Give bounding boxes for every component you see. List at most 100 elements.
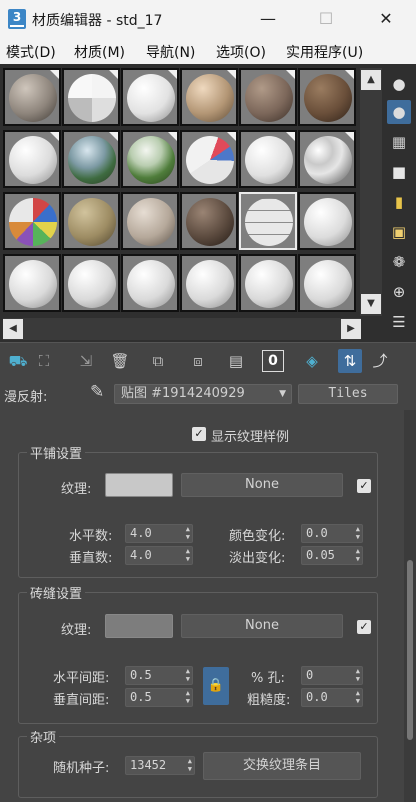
slot-corner-marker: [109, 70, 118, 79]
select-by-material-icon[interactable]: ⊕: [387, 280, 411, 304]
v-count-spinner[interactable]: 4.0 ▲ ▼: [125, 546, 193, 565]
go-to-parent-icon[interactable]: ⤴: [368, 349, 392, 373]
show-end-result-icon[interactable]: ⇅: [338, 349, 362, 373]
map-type-button[interactable]: Tiles: [298, 384, 398, 404]
color-variance-value: 0.0: [306, 526, 328, 540]
chevron-down-icon: ▼: [279, 389, 286, 399]
sample-slot[interactable]: [180, 68, 238, 126]
v-gap-spinner[interactable]: 0.5 ▲ ▼: [125, 688, 193, 707]
scroll-left-arrow-icon[interactable]: ◀: [3, 319, 23, 339]
sample-slot[interactable]: [62, 192, 120, 250]
menu-mode[interactable]: 模式(D): [6, 42, 56, 62]
menu-options[interactable]: 选项(O): [216, 42, 266, 62]
tiling-texture-checkbox[interactable]: ✓: [357, 479, 371, 493]
map-name-dropdown[interactable]: 贴图 #1914240929 ▼: [114, 384, 292, 404]
spinner-arrows-icon[interactable]: ▲ ▼: [186, 525, 190, 541]
assign-to-selection-icon[interactable]: ⇲: [74, 349, 98, 373]
sample-slot[interactable]: [121, 192, 179, 250]
spinner-arrows-icon[interactable]: ▲ ▼: [356, 667, 360, 683]
uv-tiling-icon[interactable]: ■: [387, 160, 411, 184]
slots-horizontal-scrollbar[interactable]: ◀ ▶: [3, 318, 361, 340]
sample-slot[interactable]: [121, 254, 179, 312]
maximize-button[interactable]: ☐: [298, 0, 354, 38]
grout-texture-button[interactable]: None: [181, 614, 343, 638]
sample-slot[interactable]: [62, 254, 120, 312]
background-checker-icon[interactable]: ▦: [387, 130, 411, 154]
sample-slot[interactable]: [3, 192, 61, 250]
sample-slot[interactable]: [180, 254, 238, 312]
sample-slot[interactable]: [239, 130, 297, 188]
sample-slot[interactable]: [180, 130, 238, 188]
spinner-arrows-icon[interactable]: ▲ ▼: [356, 689, 360, 705]
menu-navigation[interactable]: 导航(N): [146, 42, 195, 62]
show-texture-sample-checkbox[interactable]: ✓: [192, 427, 206, 441]
grout-texture-checkbox[interactable]: ✓: [357, 620, 371, 634]
material-navigator-icon[interactable]: ☰: [387, 310, 411, 334]
sample-slot[interactable]: [180, 192, 238, 250]
options-icon[interactable]: ❁: [387, 250, 411, 274]
backlight-icon[interactable]: ●: [387, 100, 411, 124]
make-preview-icon[interactable]: ▣: [387, 220, 411, 244]
tiling-texture-label: 纹理:: [61, 482, 92, 497]
sample-slot[interactable]: [3, 130, 61, 188]
put-to-library-icon[interactable]: ⧈: [186, 349, 210, 373]
video-color-check-icon[interactable]: ▮: [387, 190, 411, 214]
spinner-arrows-icon[interactable]: ▲ ▼: [186, 547, 190, 563]
show-map-in-viewport-icon[interactable]: ◈: [300, 349, 324, 373]
material-id-channel-button[interactable]: 0: [262, 350, 284, 372]
h-gap-spinner[interactable]: 0.5 ▲ ▼: [125, 666, 193, 685]
sample-type-icon[interactable]: ●: [387, 72, 411, 96]
sample-slot[interactable]: [298, 192, 356, 250]
sample-slot[interactable]: [239, 254, 297, 312]
delete-icon[interactable]: 🗑: [108, 349, 132, 373]
holes-spinner[interactable]: 0 ▲ ▼: [301, 666, 363, 685]
slots-vertical-scrollbar[interactable]: ▲ ▼: [360, 68, 382, 316]
sample-slot[interactable]: [121, 130, 179, 188]
menu-utilities[interactable]: 实用程序(U): [286, 42, 363, 62]
roughness-spinner[interactable]: 0.0 ▲ ▼: [301, 688, 363, 707]
fade-variance-label: 淡出变化:: [229, 551, 286, 566]
parameters-rollout: ✓ 显示纹理样例 平铺设置 纹理: None ✓ 水平数: 4.0 ▲ ▼ 颜色变化…: [0, 410, 404, 802]
sample-slot[interactable]: [62, 68, 120, 126]
eyedropper-icon[interactable]: ✎: [90, 382, 104, 402]
sample-slot[interactable]: [239, 68, 297, 126]
spinner-arrows-icon[interactable]: ▲ ▼: [186, 689, 190, 705]
make-unique-icon[interactable]: ⧉: [146, 349, 170, 373]
scroll-up-arrow-icon[interactable]: ▲: [361, 70, 381, 90]
menu-material[interactable]: 材质(M): [74, 42, 125, 62]
spinner-arrows-icon[interactable]: ▲ ▼: [356, 525, 360, 541]
get-material-icon[interactable]: ⛟: [6, 349, 30, 373]
material-sphere: [9, 260, 57, 308]
material-sphere: [304, 74, 352, 122]
grout-color-swatch[interactable]: [105, 614, 173, 638]
spinner-arrows-icon[interactable]: ▲ ▼: [356, 547, 360, 563]
sample-slot[interactable]: [298, 254, 356, 312]
random-seed-spinner[interactable]: 13452 ▲ ▼: [125, 756, 195, 775]
fade-variance-spinner[interactable]: 0.05 ▲ ▼: [301, 546, 363, 565]
swap-texture-entries-button[interactable]: 交换纹理条目: [203, 752, 361, 780]
spinner-arrows-icon[interactable]: ▲ ▼: [186, 667, 190, 683]
sample-slot[interactable]: [298, 68, 356, 126]
diffuse-map-row: 漫反射: ✎ 贴图 #1914240929 ▼ Tiles: [0, 380, 416, 408]
tiling-color-swatch[interactable]: [105, 473, 173, 497]
sample-slot[interactable]: [298, 130, 356, 188]
panel-scrollbar-thumb[interactable]: [407, 560, 413, 740]
spinner-arrows-icon[interactable]: ▲ ▼: [188, 757, 192, 773]
put-to-scene-icon[interactable]: ⛶: [32, 349, 56, 373]
panel-scrollbar[interactable]: [404, 410, 416, 802]
sample-slot[interactable]: [62, 130, 120, 188]
scroll-right-arrow-icon[interactable]: ▶: [341, 319, 361, 339]
scroll-down-arrow-icon[interactable]: ▼: [361, 294, 381, 314]
h-count-spinner[interactable]: 4.0 ▲ ▼: [125, 524, 193, 543]
lock-gap-icon[interactable]: 🔒: [203, 667, 229, 705]
color-variance-spinner[interactable]: 0.0 ▲ ▼: [301, 524, 363, 543]
sample-slot[interactable]: [121, 68, 179, 126]
save-icon[interactable]: ▤: [224, 349, 248, 373]
sample-slot[interactable]: [3, 68, 61, 126]
sample-slot[interactable]: [3, 254, 61, 312]
title-bar: 3 材质编辑器 - std_17 — ☐ ✕: [0, 0, 416, 38]
close-button[interactable]: ✕: [358, 0, 414, 38]
tiling-texture-button[interactable]: None: [181, 473, 343, 497]
minimize-button[interactable]: —: [240, 0, 296, 38]
sample-slot-selected[interactable]: [239, 192, 297, 250]
